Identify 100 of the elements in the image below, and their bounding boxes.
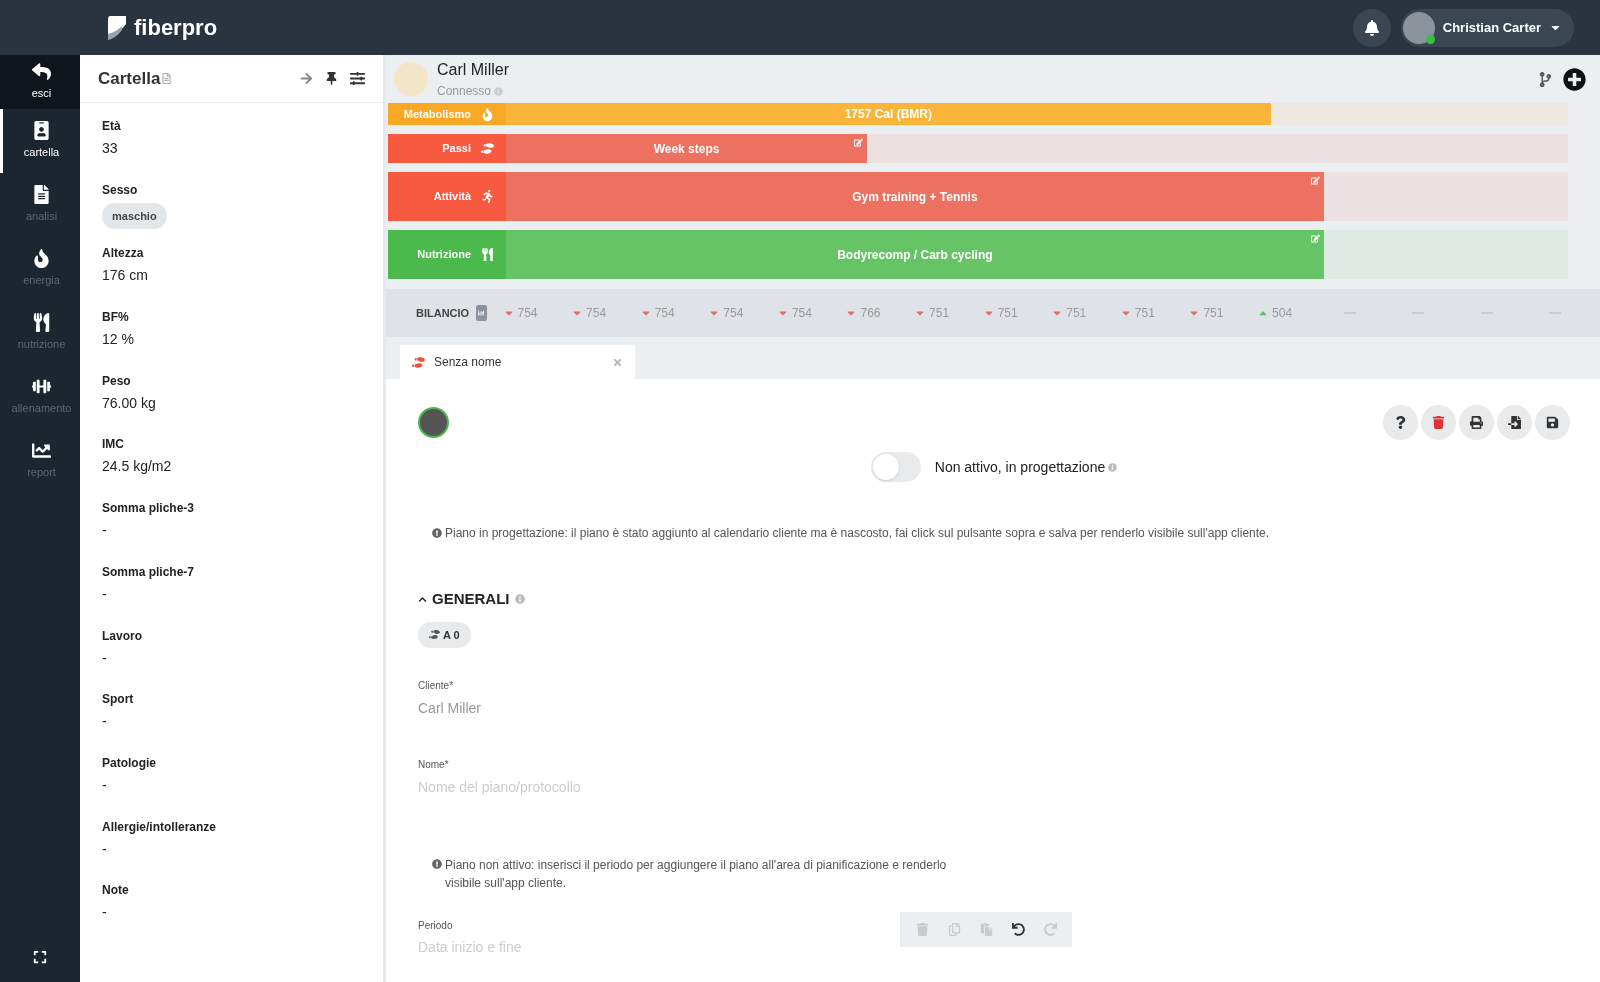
- steps-chip: A 0: [418, 621, 471, 648]
- footprints-icon: [481, 142, 494, 155]
- undo-icon: [1011, 923, 1025, 936]
- field-value: 33: [102, 139, 118, 158]
- pin-icon: [325, 72, 338, 85]
- fork-knife-icon: [481, 248, 494, 261]
- timeline-bar[interactable]: Week steps: [506, 134, 868, 163]
- client-name: Carl Miller: [437, 60, 509, 80]
- input-label: Nome*: [418, 758, 449, 772]
- bar-label: Bodyrecomp / Carb cycling: [837, 246, 993, 264]
- field-value: -: [102, 775, 107, 795]
- field-label: Patologie: [102, 754, 156, 772]
- timeline-bar[interactable]: 1757 Cal (BMR): [506, 103, 1271, 125]
- alert-icon: [432, 528, 442, 538]
- info-icon: [514, 594, 525, 605]
- branch-icon: [1538, 71, 1553, 87]
- edit-icon[interactable]: [1310, 234, 1320, 243]
- timeline-label: Nutrizione: [388, 230, 506, 279]
- balance-value: 751: [1134, 305, 1155, 322]
- id-badge-icon: [32, 121, 51, 141]
- balance-value: 754: [723, 305, 744, 322]
- field-value: -: [102, 648, 107, 668]
- redo-icon: [1043, 923, 1057, 936]
- field-value: 176 cm: [102, 266, 148, 286]
- paste-icon: [979, 923, 993, 936]
- sliders-icon: [350, 71, 365, 86]
- input-label: Periodo: [418, 919, 453, 933]
- reply-arrow-icon: [32, 62, 51, 82]
- avatar: [1402, 11, 1435, 44]
- notice-text: Piano in progettazione: il piano è stato aggiunto al calendario cliente ma è nascosto, fai click sul pulsante sopra e salva per renderlo visibile sull'app cliente.: [445, 525, 1270, 542]
- close-icon[interactable]: [612, 356, 623, 368]
- info-icon: [494, 86, 504, 96]
- chevron-icon: [418, 594, 427, 604]
- nav-item[interactable]: esci: [0, 55, 80, 109]
- field-label: Altezza: [102, 245, 144, 263]
- bell-icon: [1363, 19, 1380, 36]
- balance-value: 766: [860, 305, 881, 322]
- trash-icon: [915, 923, 929, 936]
- logo-icon: [106, 13, 128, 42]
- edit-icon[interactable]: [854, 138, 864, 147]
- field-label: Somma pliche-7: [102, 563, 195, 581]
- client-status: Connesso: [437, 83, 492, 100]
- field-value: -: [102, 839, 107, 859]
- edit-icon[interactable]: [1310, 176, 1320, 185]
- field-value: -: [102, 521, 107, 541]
- nav-item[interactable]: analisi: [0, 173, 80, 237]
- print-button[interactable]: [1459, 405, 1494, 440]
- notice-text: Piano non attivo: inserisci il periodo per aggiungere il piano all'area di pianificazione e renderlo visibile sull'app cliente.: [445, 857, 948, 892]
- save-button[interactable]: [1535, 405, 1570, 440]
- timeline-label: Metabolismo: [388, 103, 506, 125]
- field-label: Allergie/intolleranze: [102, 818, 217, 836]
- gender-chip: maschio: [102, 202, 167, 230]
- help-icon: [1394, 416, 1407, 429]
- notifications-button[interactable]: [1352, 8, 1391, 47]
- nav-item[interactable]: nutrizione: [0, 301, 80, 365]
- fork-knife-icon: [32, 313, 51, 333]
- field-label: Sport: [102, 691, 134, 709]
- file-import-icon: [1508, 416, 1521, 429]
- brand-name: fiberpro: [134, 14, 218, 42]
- section-header[interactable]: GENERALI: [418, 588, 510, 611]
- nav-item[interactable]: report: [0, 429, 80, 493]
- floppy-icon: [1546, 416, 1559, 429]
- plus-icon: [1563, 67, 1586, 91]
- document-icon: [32, 185, 51, 205]
- add-button[interactable]: [1563, 67, 1586, 91]
- field-value: 76.00 kg: [102, 393, 156, 413]
- field-value: 24.5 kg/m2: [102, 457, 172, 477]
- bar-label: 1757 Cal (BMR): [844, 106, 932, 123]
- bar-chart-icon[interactable]: [476, 305, 487, 321]
- timeline-bar[interactable]: Gym training + Tennis: [506, 172, 1324, 221]
- help-button[interactable]: [1383, 405, 1418, 440]
- field-label: Lavoro: [102, 627, 142, 645]
- field-value: 12 %: [102, 330, 134, 350]
- timeline-bar[interactable]: Bodyrecomp / Carb cycling: [506, 230, 1324, 279]
- flame-icon: [32, 249, 51, 269]
- undo-button[interactable]: [1011, 923, 1025, 936]
- timeline-label: Attività: [388, 172, 506, 221]
- field-label: BF%: [102, 309, 129, 327]
- nav-item[interactable]: energia: [0, 237, 80, 301]
- field-label: IMC: [102, 436, 124, 454]
- input-field[interactable]: Carl Miller: [418, 698, 818, 719]
- balance-value: 751: [1203, 305, 1224, 322]
- import-button[interactable]: [1497, 405, 1532, 440]
- panel-title: Cartella: [98, 67, 161, 90]
- delete-button[interactable]: [1421, 405, 1456, 440]
- plan-tab[interactable]: Senza nome: [400, 345, 635, 379]
- balance-value: 754: [586, 305, 607, 322]
- trash-icon: [1432, 416, 1445, 429]
- nav-item[interactable]: allenamento: [0, 365, 80, 429]
- balance-label: BILANCIO: [416, 305, 470, 321]
- input-label: Cliente*: [418, 679, 454, 693]
- timeline-label: Passi: [388, 134, 506, 163]
- user-menu[interactable]: Christian Carter: [1400, 8, 1574, 47]
- field-value: -: [102, 903, 107, 923]
- alert-icon: [432, 859, 442, 869]
- toggle-switch[interactable]: [870, 452, 921, 482]
- balance-value: 754: [791, 305, 812, 322]
- field-label: Età: [102, 118, 121, 135]
- bar-label: Week steps: [653, 140, 720, 158]
- arrow-icon: [300, 72, 313, 85]
